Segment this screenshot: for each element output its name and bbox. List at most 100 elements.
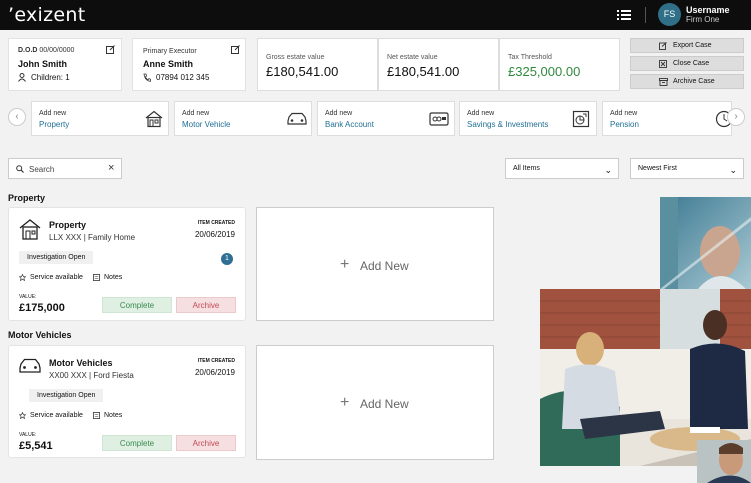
dod-label: D.O.D <box>18 47 38 54</box>
add-bank-account-card[interactable]: Add new Bank Account <box>317 101 455 136</box>
add-pension-card[interactable]: Add new Pension <box>602 101 733 136</box>
notes-icon <box>93 412 100 419</box>
service-available[interactable]: Service available <box>30 274 83 281</box>
sort-select[interactable]: Newest First ⌄ <box>630 158 744 179</box>
stat-value: £180,541.00 <box>266 64 339 79</box>
add-new-property-card[interactable]: + Add New <box>256 207 494 321</box>
add-new-label: Add new <box>182 110 210 117</box>
item-subtitle: LLX XXX | Family Home <box>49 233 136 242</box>
export-label: Export Case <box>673 42 712 49</box>
person-photo <box>697 440 751 483</box>
item-created-label: ITEM CREATED <box>197 220 235 226</box>
item-title: Motor Vehicles <box>49 358 113 368</box>
sort-value: Newest First <box>638 165 677 172</box>
firm-name: Firm One <box>686 15 720 24</box>
car-icon <box>19 358 41 373</box>
avatar[interactable]: FS <box>658 3 681 26</box>
plus-icon: + <box>340 394 350 411</box>
notes-icon <box>93 274 100 281</box>
search-icon <box>16 165 24 173</box>
stat-label: Tax Threshold <box>508 54 552 61</box>
stat-value: £180,541.00 <box>387 64 460 79</box>
value-label: VALUE: <box>19 294 37 300</box>
executor-name: Anne Smith <box>143 59 194 69</box>
deceased-name: John Smith <box>18 59 67 69</box>
archive-button[interactable]: Archive <box>176 297 236 313</box>
car-icon <box>287 112 307 125</box>
gross-estate-card: Gross estate value £180,541.00 <box>257 38 378 91</box>
item-value: £5,541 <box>19 440 53 452</box>
close-label: Close Case <box>673 60 710 67</box>
chevron-down-icon: ⌄ <box>604 165 612 175</box>
plus-icon: + <box>340 256 350 273</box>
search-input[interactable]: Search <box>29 165 54 174</box>
menu-icon[interactable] <box>617 9 631 21</box>
search-box[interactable]: Search × <box>8 158 122 179</box>
clear-search-icon[interactable]: × <box>108 162 114 174</box>
add-new-vehicle-card[interactable]: + Add New <box>256 345 494 460</box>
add-card-label: Motor Vehicle <box>182 120 231 129</box>
notification-badge: 1 <box>221 253 233 265</box>
carousel-next-button[interactable]: › <box>727 108 745 126</box>
person-icon <box>18 73 26 82</box>
username[interactable]: Username <box>686 5 730 15</box>
stat-label: Gross estate value <box>266 54 325 61</box>
add-card-label: Pension <box>610 120 639 129</box>
add-motor-vehicle-card[interactable]: Add new Motor Vehicle <box>174 101 312 136</box>
logo[interactable]: ’exizent <box>8 4 85 26</box>
archive-button[interactable]: Archive <box>176 435 236 451</box>
star-icon <box>19 412 26 419</box>
top-bar: ’exizent FS Username Firm One <box>0 0 751 30</box>
add-new-label: Add new <box>325 110 353 117</box>
property-item-card[interactable]: Property LLX XXX | Family Home ITEM CREA… <box>8 207 246 321</box>
savings-icon <box>572 110 590 128</box>
stat-value: £325,000.00 <box>508 64 581 79</box>
value-label: VALUE: <box>19 432 37 438</box>
edit-icon[interactable] <box>231 45 240 54</box>
edit-icon[interactable] <box>106 45 115 54</box>
dod-line: D.O.D 00/00/0000 <box>18 47 74 54</box>
phone-icon <box>143 73 151 82</box>
items-filter-select[interactable]: All Items ⌄ <box>505 158 619 179</box>
notes-link[interactable]: Notes <box>104 412 122 419</box>
stat-label: Net estate value <box>387 54 438 61</box>
item-created-date: 20/06/2019 <box>194 368 235 377</box>
section-title: Property <box>8 193 46 203</box>
star-icon <box>19 274 26 281</box>
complete-button[interactable]: Complete <box>102 435 172 451</box>
deceased-card: D.O.D 00/00/0000 John Smith Children: 1 <box>8 38 122 91</box>
add-new-label: Add new <box>467 110 495 117</box>
close-case-button[interactable]: Close Case <box>630 56 744 71</box>
add-new-label: Add new <box>39 110 67 117</box>
add-property-card[interactable]: Add new Property <box>31 101 169 136</box>
notes-link[interactable]: Notes <box>104 274 122 281</box>
dod-value: 00/00/0000 <box>39 47 75 54</box>
export-case-button[interactable]: Export Case <box>630 38 744 53</box>
house-icon <box>145 110 163 128</box>
item-subtitle: XX00 XXX | Ford Fiesta <box>49 371 134 380</box>
executor-phone: 07894 012 345 <box>156 73 210 82</box>
add-new-label: Add New <box>360 259 409 273</box>
add-savings-card[interactable]: Add new Savings & Investments <box>459 101 597 136</box>
add-new-label: Add new <box>610 110 638 117</box>
items-filter-value: All Items <box>513 165 540 172</box>
executor-label: Primary Executor <box>143 48 197 55</box>
item-created-label: ITEM CREATED <box>197 358 235 364</box>
item-value: £175,000 <box>19 302 65 314</box>
carousel-prev-button[interactable]: ‹ <box>8 108 26 126</box>
service-available[interactable]: Service available <box>30 412 83 419</box>
section-title: Motor Vehicles <box>8 330 72 340</box>
motor-vehicle-item-card[interactable]: Motor Vehicles XX00 XXX | Ford Fiesta IT… <box>8 345 246 458</box>
archive-icon <box>659 78 668 86</box>
complete-button[interactable]: Complete <box>102 297 172 313</box>
archive-case-button[interactable]: Archive Case <box>630 74 744 89</box>
status-badge: Investigation Open <box>29 389 104 402</box>
children-count: Children: 1 <box>31 73 70 82</box>
item-title: Property <box>49 220 87 230</box>
add-card-label: Bank Account <box>325 120 374 129</box>
divider <box>645 7 646 23</box>
house-icon <box>19 219 41 240</box>
add-new-label: Add New <box>360 397 409 411</box>
executor-card: Primary Executor Anne Smith 07894 012 34… <box>132 38 246 91</box>
add-card-label: Property <box>39 120 70 129</box>
